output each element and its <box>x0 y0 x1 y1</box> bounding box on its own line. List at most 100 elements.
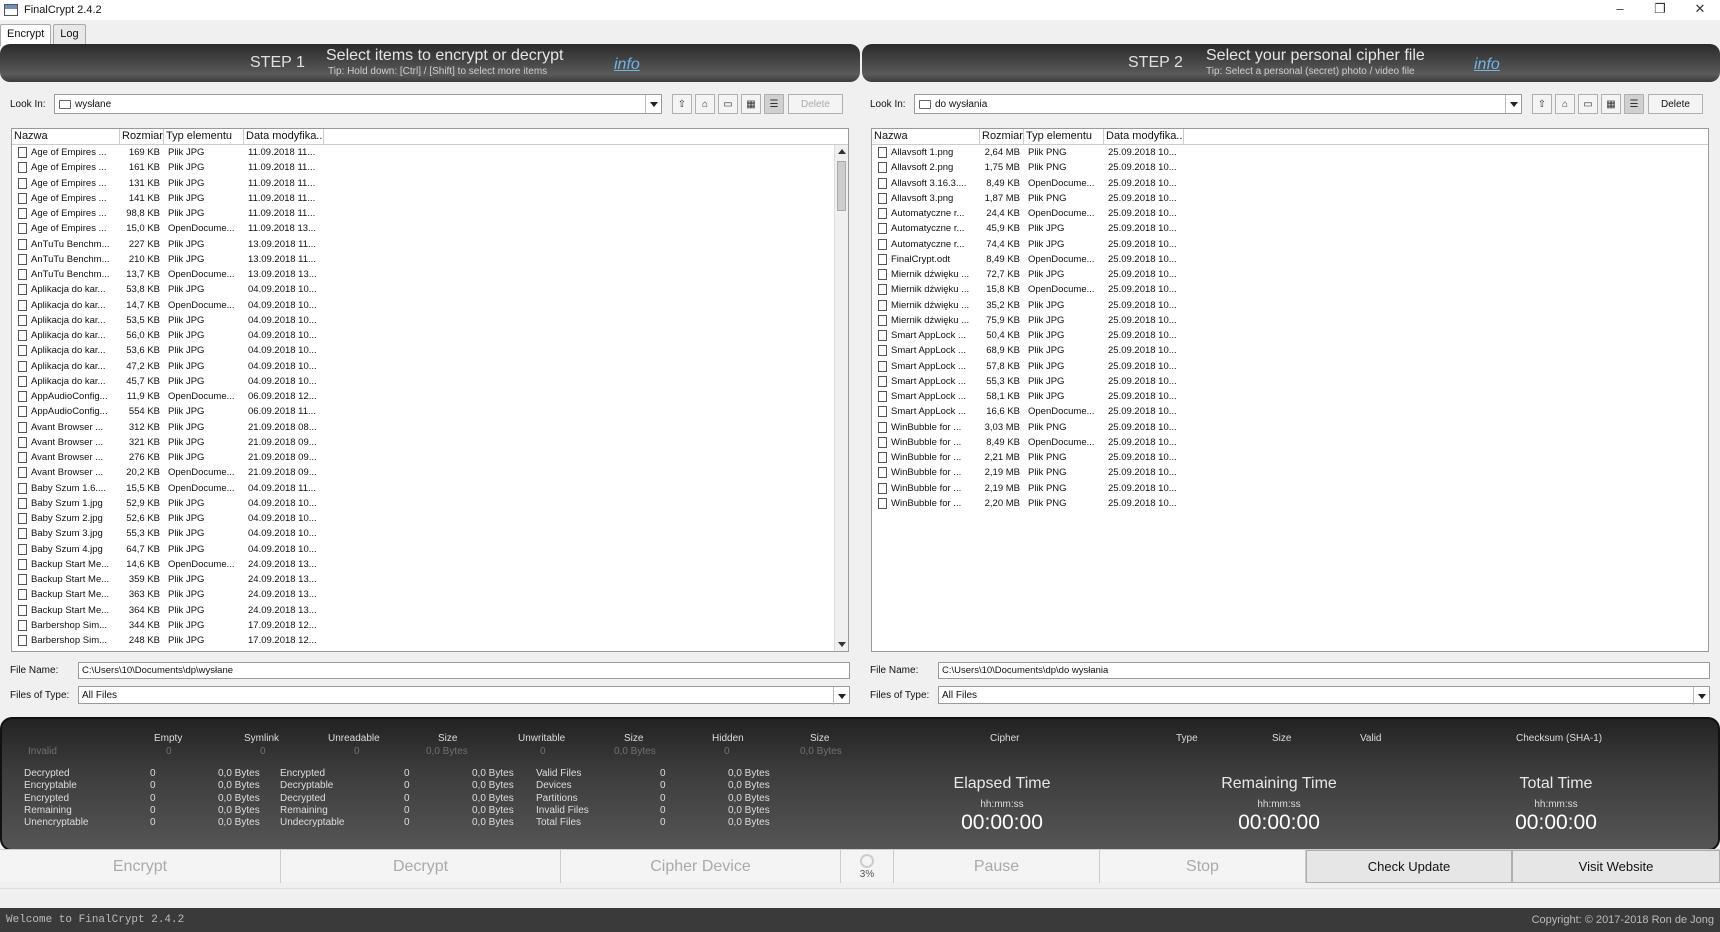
table-row[interactable]: Smart AppLock ... 16,6 KB OpenDocume... 25.… <box>872 404 1708 419</box>
table-row[interactable]: AnTuTu Benchm... 210 KB Plik JPG 13.09.2018… <box>12 252 848 267</box>
table-row[interactable]: Automatyczne r... 45,9 KB Plik JPG 25.09.20… <box>872 221 1708 236</box>
table-row[interactable]: Age of Empires ... 15,0 KB OpenDocume... 11… <box>12 221 848 236</box>
table-row[interactable]: Miernik dźwięku ... 72,7 KB Plik JPG 25.09.… <box>872 267 1708 282</box>
table-row[interactable]: Age of Empires ... 98,8 KB Plik JPG 11.09.2… <box>12 206 848 221</box>
table-row[interactable]: Smart AppLock ... 68,9 KB Plik JPG 25.09.20… <box>872 343 1708 358</box>
left-files-of-type-select[interactable]: All Files <box>78 686 850 705</box>
column-header[interactable]: Data modyfika... <box>1104 129 1184 144</box>
table-row[interactable]: Age of Empires ... 169 KB Plik JPG 11.09.20… <box>12 145 848 160</box>
right-file-name-input[interactable]: C:\Users\10\Documents\dp\do wysłania <box>938 662 1710 679</box>
table-row[interactable]: Avant Browser ... 276 KB Plik JPG 21.09.201… <box>12 450 848 465</box>
scroll-down-icon[interactable] <box>838 642 846 647</box>
new-folder-icon[interactable]: ▭ <box>1578 94 1598 114</box>
table-row[interactable]: WinBubble for ... 2,19 MB Plik PNG 25.09.20… <box>872 465 1708 480</box>
stop-button[interactable]: Stop <box>1100 850 1306 883</box>
table-row[interactable]: Baby Szum 3.jpg 55,3 KB Plik JPG 04.09.2018… <box>12 526 848 541</box>
table-row[interactable]: Avant Browser ... 20,2 KB OpenDocume... 21.… <box>12 465 848 480</box>
new-folder-icon[interactable]: ▭ <box>718 94 738 114</box>
table-row[interactable]: Smart AppLock ... 55,3 KB Plik JPG 25.09.20… <box>872 374 1708 389</box>
table-row[interactable]: Aplikacja do kar... 56,0 KB Plik JPG 04.09.… <box>12 328 848 343</box>
right-look-in-combo[interactable]: do wysłania <box>914 94 1522 114</box>
close-button[interactable]: ✕ <box>1680 0 1720 20</box>
table-row[interactable]: WinBubble for ... 2,20 MB Plik PNG 25.09.20… <box>872 496 1708 511</box>
minimize-button[interactable]: – <box>1600 0 1640 20</box>
visit-website-button[interactable]: Visit Website <box>1512 850 1720 883</box>
decrypt-button[interactable]: Decrypt <box>281 850 561 883</box>
up-folder-icon[interactable]: ⇧ <box>1532 94 1552 114</box>
table-row[interactable]: Barbershop Sim... 344 KB Plik JPG 17.09.201… <box>12 618 848 633</box>
table-row[interactable]: Allavsoft 3.png 1,87 MB Plik PNG 25.09.2018… <box>872 191 1708 206</box>
table-row[interactable]: AppAudioConfig... 11,9 KB OpenDocume... 06.… <box>12 389 848 404</box>
right-file-list[interactable]: Nazwa Rozmiar Typ elementu Data modyfika… <box>871 128 1709 652</box>
table-row[interactable]: AnTuTu Benchm... 13,7 KB OpenDocume... 13.0… <box>12 267 848 282</box>
cipher-device-button[interactable]: Cipher Device <box>561 850 841 883</box>
table-row[interactable]: Aplikacja do kar... 53,5 KB Plik JPG 04.09.… <box>12 313 848 328</box>
check-update-button[interactable]: Check Update <box>1306 850 1512 883</box>
pause-button[interactable]: Pause <box>894 850 1100 883</box>
table-row[interactable]: Age of Empires ... 161 KB Plik JPG 11.09.20… <box>12 160 848 175</box>
table-row[interactable]: Allavsoft 2.png 1,75 MB Plik PNG 25.09.2018… <box>872 160 1708 175</box>
tab-encrypt[interactable]: Encrypt <box>0 24 52 46</box>
table-row[interactable]: WinBubble for ... 8,49 KB OpenDocume... 25.… <box>872 435 1708 450</box>
chevron-down-icon[interactable] <box>1505 95 1521 113</box>
table-row[interactable]: Aplikacja do kar... 53,6 KB Plik JPG 04.09.… <box>12 343 848 358</box>
step2-info-link[interactable]: info <box>1474 56 1500 74</box>
column-header[interactable]: Data modyfika... <box>244 129 324 144</box>
table-row[interactable]: Miernik dźwięku ... 15,8 KB OpenDocume... 2… <box>872 282 1708 297</box>
left-look-in-combo[interactable]: wysłane <box>54 94 662 114</box>
table-row[interactable]: Baby Szum 1.jpg 52,9 KB Plik JPG 04.09.2018… <box>12 496 848 511</box>
table-row[interactable]: Avant Browser ... 312 KB Plik JPG 21.09.201… <box>12 420 848 435</box>
column-header[interactable]: Nazwa <box>872 129 980 144</box>
table-row[interactable]: Backup Start Me... 363 KB Plik JPG 24.09.20… <box>12 587 848 602</box>
table-row[interactable]: Automatyczne r... 74,4 KB Plik JPG 25.09.20… <box>872 237 1708 252</box>
tab-log[interactable]: Log <box>53 24 86 46</box>
scroll-thumb[interactable] <box>837 161 846 211</box>
table-row[interactable]: Automatyczne r... 24,4 KB OpenDocume... 25.… <box>872 206 1708 221</box>
encrypt-button[interactable]: Encrypt <box>0 850 281 883</box>
table-row[interactable]: Backup Start Me... 359 KB Plik JPG 24.09.20… <box>12 572 848 587</box>
up-folder-icon[interactable]: ⇧ <box>672 94 692 114</box>
maximize-button[interactable]: ❐ <box>1640 0 1680 20</box>
table-row[interactable]: Barbershop Sim... 248 KB Plik JPG 17.09.201… <box>12 633 848 648</box>
table-row[interactable]: Aplikacja do kar... 45,7 KB Plik JPG 04.09.… <box>12 374 848 389</box>
table-row[interactable]: Baby Szum 1.6.... 15,5 KB OpenDocume... 04.… <box>12 481 848 496</box>
list-view-icon[interactable]: ▦ <box>1601 94 1621 114</box>
table-row[interactable]: Smart AppLock ... 57,8 KB Plik JPG 25.09.20… <box>872 359 1708 374</box>
left-delete-button[interactable]: Delete <box>788 94 843 114</box>
table-row[interactable]: Age of Empires ... 141 KB Plik JPG 11.09.20… <box>12 191 848 206</box>
right-files-of-type-select[interactable]: All Files <box>938 686 1710 705</box>
column-header[interactable]: Typ elementu <box>164 129 244 144</box>
table-row[interactable]: Aplikacja do kar... 53,8 KB Plik JPG 04.09.… <box>12 282 848 297</box>
list-view-icon[interactable]: ▦ <box>741 94 761 114</box>
right-delete-button[interactable]: Delete <box>1648 94 1703 114</box>
details-view-icon[interactable]: ☰ <box>1624 94 1644 114</box>
details-view-icon[interactable]: ☰ <box>764 94 784 114</box>
table-row[interactable]: Baby Szum 2.jpg 52,6 KB Plik JPG 04.09.2018… <box>12 511 848 526</box>
column-header[interactable]: Rozmiar <box>120 129 164 144</box>
chevron-down-icon[interactable] <box>645 95 661 113</box>
column-header[interactable]: Nazwa <box>12 129 120 144</box>
table-row[interactable]: Age of Empires ... 131 KB Plik JPG 11.09.20… <box>12 176 848 191</box>
home-icon[interactable]: ⌂ <box>1555 94 1575 114</box>
table-row[interactable]: Allavsoft 1.png 2,64 MB Plik PNG 25.09.2018… <box>872 145 1708 160</box>
left-file-list[interactable]: Nazwa Rozmiar Typ elementu Data modyfika… <box>11 128 849 652</box>
table-row[interactable]: AnTuTu Benchm... 227 KB Plik JPG 13.09.2018… <box>12 237 848 252</box>
left-scrollbar[interactable] <box>834 145 848 651</box>
table-row[interactable]: Baby Szum 4.jpg 64,7 KB Plik JPG 04.09.2018… <box>12 542 848 557</box>
table-row[interactable]: WinBubble for ... 2,21 MB Plik PNG 25.09.20… <box>872 450 1708 465</box>
table-row[interactable]: FinalCrypt.odt 8,49 KB OpenDocume... 25.09.… <box>872 252 1708 267</box>
column-header[interactable]: Typ elementu <box>1024 129 1104 144</box>
step1-info-link[interactable]: info <box>614 56 640 74</box>
table-row[interactable]: Backup Start Me... 364 KB Plik JPG 24.09.20… <box>12 603 848 618</box>
table-row[interactable]: Smart AppLock ... 58,1 KB Plik JPG 25.09.20… <box>872 389 1708 404</box>
left-file-name-input[interactable]: C:\Users\10\Documents\dp\wysłane <box>78 662 850 679</box>
chevron-down-icon[interactable] <box>1693 687 1709 705</box>
table-row[interactable]: Aplikacja do kar... 14,7 KB OpenDocume... 0… <box>12 298 848 313</box>
table-row[interactable]: Allavsoft 3.16.3.... 8,49 KB OpenDocume...… <box>872 176 1708 191</box>
table-row[interactable]: AppAudioConfig... 554 KB Plik JPG 06.09.201… <box>12 404 848 419</box>
chevron-down-icon[interactable] <box>833 687 849 705</box>
table-row[interactable]: Backup Start Me... 14,6 KB OpenDocume... 24… <box>12 557 848 572</box>
scroll-up-icon[interactable] <box>838 149 846 154</box>
table-row[interactable]: Aplikacja do kar... 47,2 KB Plik JPG 04.09.… <box>12 359 848 374</box>
table-row[interactable]: WinBubble for ... 3,03 MB Plik PNG 25.09.20… <box>872 420 1708 435</box>
